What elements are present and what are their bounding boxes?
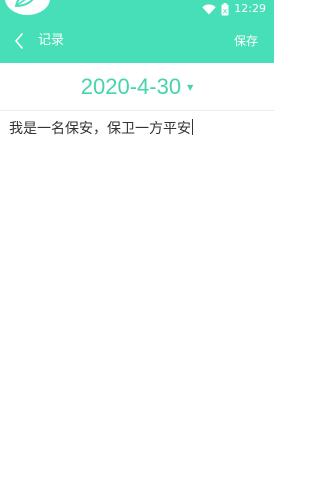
page-title: 记录: [38, 33, 65, 48]
triangle-down-icon: ▼: [187, 82, 194, 92]
note-content: 我是一名保安，保卫一方平安: [9, 121, 191, 137]
app-bar: 记录 保存: [0, 18, 274, 63]
chevron-left-icon: [15, 33, 23, 49]
note-text-wrapper: 我是一名保安，保卫一方平安: [9, 119, 265, 139]
app-logo: [5, 0, 50, 15]
back-button[interactable]: [8, 30, 30, 52]
status-icons: x 12:29: [202, 2, 266, 16]
save-button[interactable]: 保存: [234, 32, 258, 50]
status-bar: x 12:29: [0, 0, 274, 18]
battery-level: x: [223, 6, 228, 15]
leaf-icon: [14, 0, 34, 8]
status-time: 12:29: [234, 2, 266, 15]
wifi-icon: [202, 4, 216, 14]
text-caret: [192, 119, 193, 135]
battery-icon: x: [221, 2, 229, 15]
date-value: 2020-4-30: [80, 73, 182, 99]
date-selector[interactable]: 2020-4-30 ▼: [0, 63, 274, 110]
note-textarea[interactable]: 我是一名保安，保卫一方平安: [0, 111, 274, 480]
